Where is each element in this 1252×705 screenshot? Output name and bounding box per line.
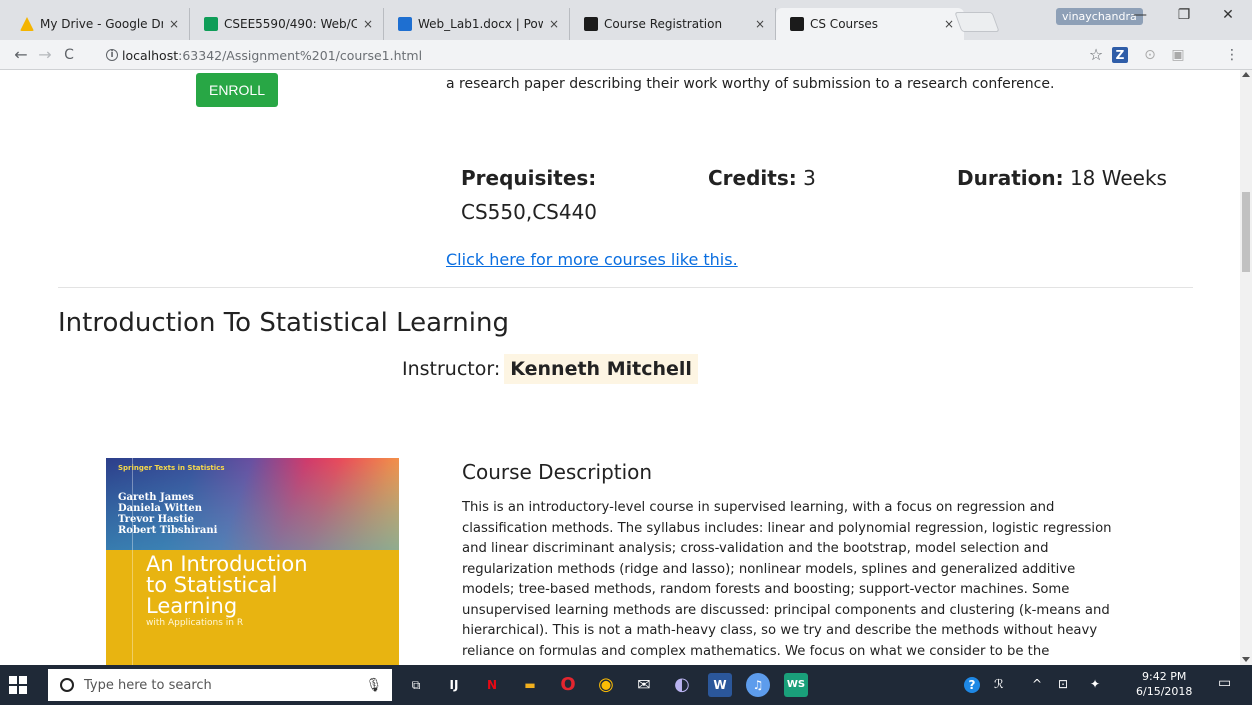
extension-icon[interactable]: ▣ [1168, 45, 1188, 65]
book-series: Springer Texts in Statistics [118, 464, 225, 472]
book-authors: Gareth James Daniela Witten Trevor Hasti… [118, 492, 218, 536]
clock-date: 6/15/2018 [1136, 685, 1193, 698]
windows-start-icon[interactable] [8, 675, 28, 695]
sheets-icon [204, 17, 218, 31]
url-host: localhost [122, 47, 179, 63]
section-divider [58, 287, 1193, 288]
browser-menu-icon[interactable]: ⋮ [1222, 45, 1242, 65]
webstorm-icon [584, 17, 598, 31]
tab-title: Web_Lab1.docx | Powere [418, 17, 543, 31]
dropbox-icon[interactable]: ✦ [1090, 677, 1100, 691]
page-scrollbar[interactable] [1240, 70, 1252, 665]
enroll-button[interactable]: ENROLL [196, 73, 278, 107]
notifications-icon[interactable]: ▭ [1218, 675, 1231, 691]
clock-time: 9:42 PM [1142, 670, 1187, 683]
help-icon[interactable]: ? [964, 677, 980, 693]
course-description-heading: Course Description [462, 460, 653, 484]
duration: Duration: 18 Weeks [957, 166, 1167, 190]
tab-title: CS Courses [810, 17, 878, 31]
forward-button[interactable]: → [34, 44, 56, 66]
url-path: :63342/Assignment%201/course1.html [178, 47, 423, 63]
close-icon[interactable]: × [169, 17, 179, 31]
address-bar[interactable]: i localhost:63342/Assignment%201/course1… [106, 44, 1080, 66]
extension-icon[interactable]: ⊙ [1140, 45, 1160, 65]
zotero-extension-icon[interactable]: Z [1112, 47, 1128, 63]
search-placeholder: Type here to search [84, 677, 212, 693]
google-drive-icon [20, 17, 34, 31]
new-tab-button[interactable] [954, 12, 1000, 32]
course-book-cover: Springer Texts in Statistics Gareth Jame… [106, 458, 399, 665]
close-icon[interactable]: × [944, 17, 954, 31]
tab-title: Course Registration [604, 17, 723, 31]
mail-icon[interactable]: ✉ [632, 673, 656, 697]
intellij-icon[interactable]: IJ [442, 673, 466, 697]
instructor: Instructor: Kenneth Mitchell [402, 350, 698, 387]
tab-csee5590[interactable]: CSEE5590/490: Web/Clou × [190, 8, 384, 40]
page-content: ENROLL a research paper describing their… [0, 70, 1240, 665]
opera-icon[interactable]: O [556, 673, 580, 697]
tab-title: My Drive - Google Drive [40, 17, 163, 31]
more-courses-link[interactable]: Click here for more courses like this. [446, 250, 738, 269]
close-icon[interactable]: × [549, 17, 559, 31]
course-description: This is an introductory-level course in … [462, 500, 1112, 665]
microphone-icon[interactable]: 🎙 [365, 678, 382, 693]
people-icon[interactable]: ℛ [994, 677, 1004, 691]
browser-toolbar: ← → C i localhost:63342/Assignment%201/c… [0, 40, 1252, 70]
cortana-icon [60, 678, 74, 692]
course-title: Introduction To Statistical Learning [58, 308, 509, 338]
book-subtitle: with Applications in R [146, 618, 244, 628]
box-icon [398, 17, 412, 31]
instructor-label: Instructor: [402, 357, 501, 380]
scroll-down-icon[interactable] [1242, 657, 1250, 662]
network-icon[interactable]: ⊡ [1058, 677, 1068, 691]
bookmark-star-icon[interactable]: ☆ [1086, 45, 1106, 65]
credits: Credits: 3 [708, 166, 816, 190]
eclipse-icon[interactable]: ◐ [670, 673, 694, 697]
webstorm-icon [790, 17, 804, 31]
tab-cs-courses[interactable]: CS Courses × [776, 8, 964, 40]
previous-course-description: a research paper describing their work w… [446, 76, 1055, 92]
scroll-thumb[interactable] [1242, 192, 1250, 272]
windows-taskbar: Type here to search 🎙 ⧉ IJ N ▬ O ◉ ✉ ◐ W… [0, 665, 1252, 705]
close-window-button[interactable]: ✕ [1208, 7, 1248, 29]
tab-strip: My Drive - Google Drive × CSEE5590/490: … [0, 0, 1252, 40]
tab-title: CSEE5590/490: Web/Clou [224, 17, 357, 31]
tab-web-lab1[interactable]: Web_Lab1.docx | Powere × [384, 8, 570, 40]
minimize-button[interactable]: — [1120, 7, 1160, 29]
book-title: An Introduction to Statistical Learning [146, 552, 308, 618]
scroll-up-icon[interactable] [1242, 72, 1250, 77]
close-icon[interactable]: × [363, 17, 373, 31]
duration-value: 18 Weeks [1069, 166, 1167, 190]
webstorm-icon[interactable]: WS [784, 673, 808, 697]
close-icon[interactable]: × [755, 17, 765, 31]
file-explorer-icon[interactable]: ▬ [518, 673, 542, 697]
taskbar-clock[interactable]: 9:42 PM 6/15/2018 [1136, 669, 1192, 699]
credits-value: 3 [803, 166, 816, 190]
chrome-icon[interactable]: ◉ [594, 673, 618, 697]
tab-course-registration[interactable]: Course Registration × [570, 8, 776, 40]
taskbar-search-box[interactable]: Type here to search 🎙 [48, 669, 392, 701]
reload-button[interactable]: C [58, 44, 80, 66]
tray-chevron-icon[interactable]: ^ [1032, 677, 1042, 691]
back-button[interactable]: ← [10, 44, 32, 66]
prerequisites-value: CS550,CS440 [461, 200, 598, 224]
info-icon[interactable]: i [106, 49, 118, 61]
maximize-button[interactable]: ❐ [1164, 7, 1204, 29]
tab-google-drive[interactable]: My Drive - Google Drive × [6, 8, 190, 40]
word-icon[interactable]: W [708, 673, 732, 697]
itunes-icon[interactable]: ♫ [746, 673, 770, 697]
prerequisites-label: Prequisites: [461, 166, 597, 190]
instructor-name: Kenneth Mitchell [504, 353, 698, 384]
task-view-icon[interactable]: ⧉ [404, 673, 428, 697]
netflix-icon[interactable]: N [480, 673, 504, 697]
